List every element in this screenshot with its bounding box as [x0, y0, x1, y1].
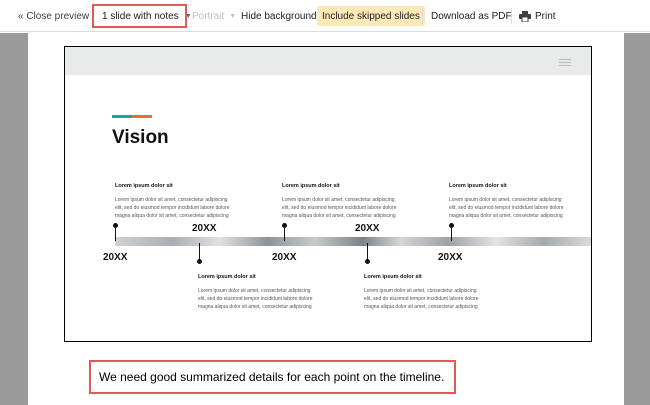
slide-header-band [65, 47, 591, 75]
print-button-label: Print [535, 10, 556, 22]
layout-dropdown[interactable]: 1 slide with notes ▼ [92, 4, 192, 28]
milestone-year: 20XX [192, 223, 217, 234]
milestone-heading: Lorem ipsum dolor sit [115, 183, 173, 189]
milestone-description: Lorem ipsum dolor sit amet, consectetur … [282, 197, 397, 219]
milestone-description: Lorem ipsum dolor sit amet, consectetur … [115, 197, 230, 219]
timeline-image-band [115, 237, 591, 246]
printer-icon [519, 10, 531, 22]
speaker-notes: We need good summarized details for each… [89, 360, 456, 394]
preview-background [624, 33, 650, 405]
timeline-dot [113, 223, 118, 228]
timeline-dot [449, 223, 454, 228]
milestone-year: 20XX [438, 252, 463, 263]
slide-title: Vision [112, 127, 169, 148]
layout-dropdown-label: 1 slide with notes [102, 10, 179, 22]
timeline-dot [197, 259, 202, 264]
title-accent-bar [112, 115, 152, 118]
slide-thumbnail: Vision Lorem ipsum dolor sit Lorem ipsum… [64, 46, 592, 342]
chevron-down-icon: ▼ [229, 12, 237, 20]
milestone-year: 20XX [272, 252, 297, 263]
print-button[interactable]: Print [519, 0, 556, 32]
milestone-heading: Lorem ipsum dolor sit [198, 274, 256, 280]
milestone-heading: Lorem ipsum dolor sit [282, 183, 340, 189]
orientation-dropdown-label: Portrait [192, 10, 225, 22]
milestone-heading: Lorem ipsum dolor sit [449, 183, 507, 189]
chevron-down-icon: ▼ [184, 12, 192, 20]
print-preview-toolbar: « Close preview 1 slide with notes ▼ Por… [0, 0, 650, 32]
milestone-description: Lorem ipsum dolor sit amet, consectetur … [449, 197, 564, 219]
menu-lines-icon [559, 59, 571, 68]
milestone-heading: Lorem ipsum dolor sit [364, 274, 422, 280]
orientation-dropdown[interactable]: Portrait ▼ [192, 0, 236, 32]
timeline-dot [282, 223, 287, 228]
timeline-dot [365, 259, 370, 264]
milestone-year: 20XX [355, 223, 380, 234]
close-preview-button[interactable]: « Close preview [18, 0, 89, 32]
toolbar-divider [511, 8, 512, 24]
milestone-year: 20XX [103, 252, 128, 263]
milestone-description: Lorem ipsum dolor sit amet, consectetur … [198, 288, 313, 310]
preview-background [0, 33, 28, 405]
speaker-notes-text: We need good summarized details for each… [99, 370, 445, 384]
hide-background-button[interactable]: Hide background [241, 0, 317, 32]
milestone-description: Lorem ipsum dolor sit amet, consectetur … [364, 288, 479, 310]
toolbar-divider [422, 8, 423, 24]
download-pdf-button[interactable]: Download as PDF [431, 0, 512, 32]
include-skipped-slides-button[interactable]: Include skipped slides [317, 6, 425, 26]
